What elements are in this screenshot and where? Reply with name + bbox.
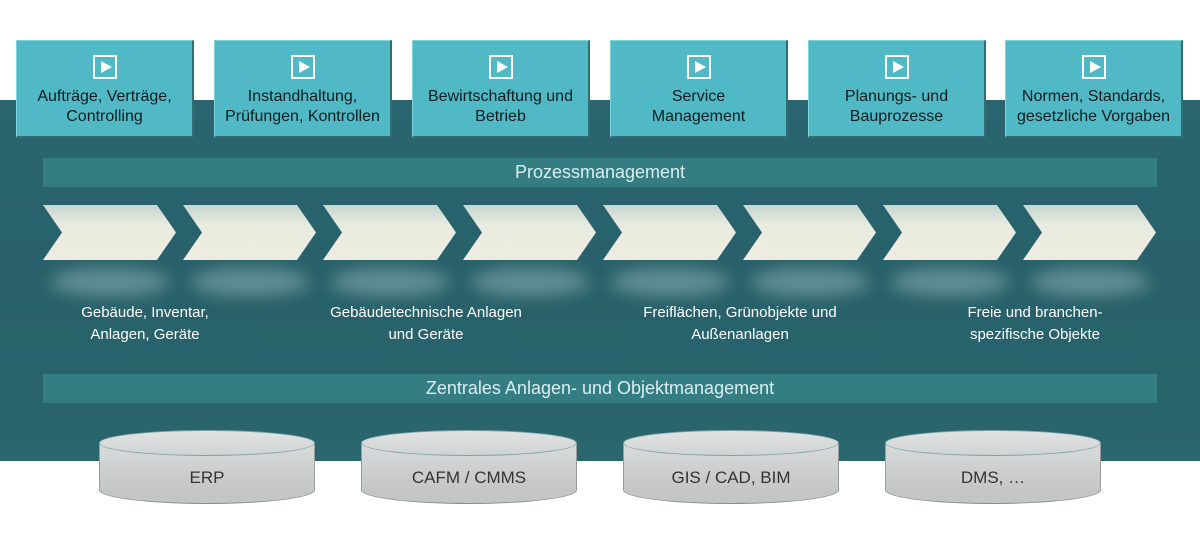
object-category-label: Gebäude, Inventar, Anlagen, Geräte xyxy=(81,304,209,343)
process-area-box[interactable]: Planungs- und Bauprozesse xyxy=(808,40,986,138)
database-system[interactable]: DMS, … xyxy=(885,430,1101,504)
database-system[interactable]: ERP xyxy=(99,430,315,504)
process-chevron xyxy=(463,205,596,260)
play-icon[interactable] xyxy=(1081,55,1106,79)
play-icon[interactable] xyxy=(488,55,513,79)
database-icon-top xyxy=(885,430,1101,456)
database-system[interactable]: CAFM / CMMS xyxy=(361,430,577,504)
chevron-reflection xyxy=(750,268,870,296)
database-icon-top xyxy=(361,430,577,456)
process-area-label: Normen, Standards, gesetzliche Vorgaben xyxy=(1017,88,1170,125)
object-category-label: Freiflächen, Grünobjekte und Außenanlage… xyxy=(643,304,837,343)
play-icon[interactable] xyxy=(92,55,117,79)
play-icon[interactable] xyxy=(884,55,909,79)
process-area-label: Instandhaltung, Prüfungen, Kontrollen xyxy=(225,88,380,125)
process-chevron xyxy=(43,205,176,260)
chevron-reflection xyxy=(330,268,450,296)
process-area-box[interactable]: Instandhaltung, Prüfungen, Kontrollen xyxy=(214,40,392,138)
chevron-reflection xyxy=(890,268,1010,296)
process-area-label: Service Management xyxy=(651,88,746,125)
process-chevron xyxy=(1023,205,1156,260)
chevron-reflection xyxy=(470,268,590,296)
database-label: CAFM / CMMS xyxy=(411,468,527,487)
process-area-box[interactable]: Normen, Standards, gesetzliche Vorgaben xyxy=(1005,40,1183,138)
process-area-box[interactable]: Service Management xyxy=(610,40,788,138)
process-chevron xyxy=(183,205,316,260)
process-chevron xyxy=(603,205,736,260)
database-label: DMS, … xyxy=(960,468,1026,487)
play-icon[interactable] xyxy=(686,55,711,79)
database-icon-top xyxy=(623,430,839,456)
database-system[interactable]: GIS / CAD, BIM xyxy=(623,430,839,504)
play-icon[interactable] xyxy=(290,55,315,79)
database-icon-top xyxy=(99,430,315,456)
process-area-label: Aufträge, Verträge, Controlling xyxy=(37,88,172,125)
process-area-box[interactable]: Aufträge, Verträge, Controlling xyxy=(16,40,194,138)
process-chevron xyxy=(743,205,876,260)
database-label: GIS / CAD, BIM xyxy=(671,468,791,487)
chevron-reflection xyxy=(1030,268,1150,296)
object-category-label: Gebäudetechnische Anlagen und Geräte xyxy=(330,304,522,343)
process-chevron xyxy=(883,205,1016,260)
database-label: ERP xyxy=(189,468,225,487)
object-management-bar: Zentrales Anlagen- und Objektmanagement xyxy=(43,374,1157,403)
process-area-box[interactable]: Bewirtschaftung und Betrieb xyxy=(412,40,590,138)
chevron-reflection xyxy=(50,268,170,296)
process-area-label: Bewirtschaftung und Betrieb xyxy=(428,88,573,125)
process-chevron xyxy=(323,205,456,260)
background-band xyxy=(0,100,1200,461)
chevron-reflection xyxy=(190,268,310,296)
object-category-label: Freie und branchen- spezifische Objekte xyxy=(967,304,1103,343)
process-area-label: Planungs- und Bauprozesse xyxy=(844,88,949,125)
chevron-reflection xyxy=(610,268,730,296)
process-management-bar: Prozessmanagement xyxy=(43,158,1157,187)
